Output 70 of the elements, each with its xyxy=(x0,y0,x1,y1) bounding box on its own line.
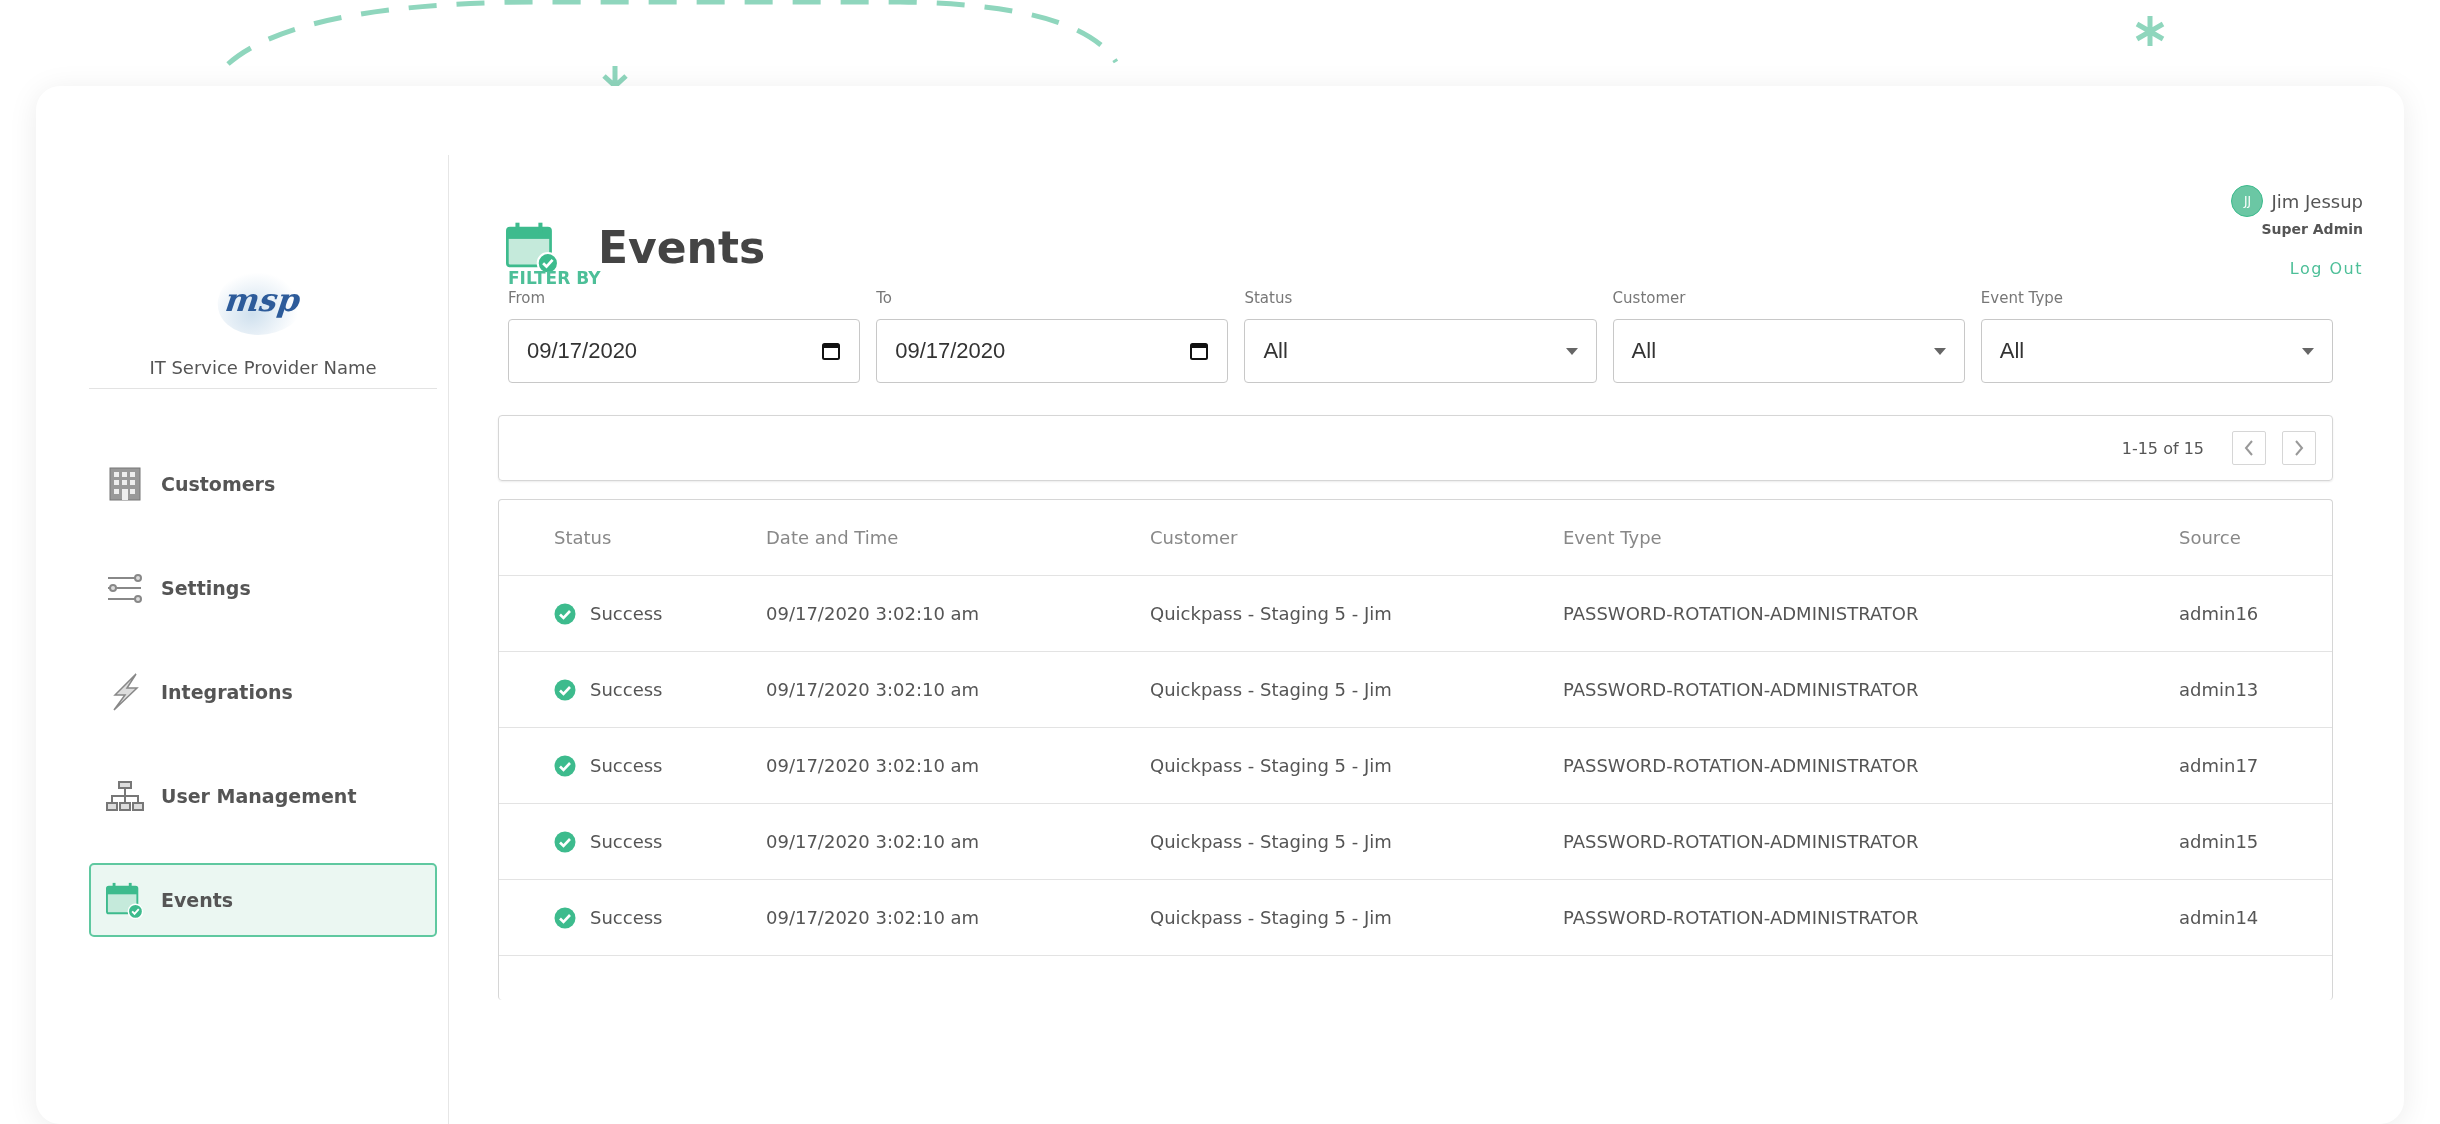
pagination-range: 1-15 of 15 xyxy=(2121,438,2204,458)
table-cell-text: admin16 xyxy=(2179,603,2260,624)
column-header: Status xyxy=(554,527,613,548)
check-circle-icon xyxy=(554,906,576,929)
chevron-left-icon xyxy=(2244,440,2254,456)
table-cell-text: 09/17/2020 3:02:10 am xyxy=(766,603,981,624)
nav-item[interactable]: User Management xyxy=(89,759,437,833)
dropdown[interactable]: All xyxy=(1980,319,2333,383)
caret-icon xyxy=(2302,347,2314,355)
table-cell-text: 09/17/2020 3:02:10 am xyxy=(766,831,981,852)
field-label: To xyxy=(876,289,893,307)
status-text: Success xyxy=(590,755,663,776)
caret-icon xyxy=(1933,347,1946,355)
check-circle-icon xyxy=(554,602,576,625)
table-cell-text: 09/17/2020 3:02:10 am xyxy=(766,907,981,928)
calendar-icon xyxy=(1189,341,1210,361)
date-field[interactable]: 09/17/2020 xyxy=(876,319,1229,383)
date-field[interactable]: 09/17/2020 xyxy=(508,319,861,383)
previous-page-button[interactable] xyxy=(2232,431,2266,465)
dropdown[interactable]: All xyxy=(1244,319,1597,383)
calendar-check-icon xyxy=(106,881,144,919)
check-circle-icon xyxy=(554,830,576,853)
table-cell-text: PASSWORD-ROTATION-ADMINISTRATOR xyxy=(1563,755,1920,776)
user-name: Jim Jessup xyxy=(2271,190,2363,212)
table-cell-text: 09/17/2020 3:02:10 am xyxy=(766,679,981,700)
status-text: Success xyxy=(590,603,663,624)
dropdown[interactable]: All xyxy=(1612,319,1965,383)
table-cell-text: PASSWORD-ROTATION-ADMINISTRATOR xyxy=(1563,679,1920,700)
table-cell-text: 09/17/2020 3:02:10 am xyxy=(766,755,981,776)
table-cell-text: PASSWORD-ROTATION-ADMINISTRATOR xyxy=(1563,907,1920,928)
field-label: Customer xyxy=(1612,289,1687,307)
table-cell-text: Quickpass - Staging 5 - Jim xyxy=(1150,755,1393,776)
hierarchy-icon xyxy=(106,781,144,811)
field-label: Status xyxy=(1244,289,1294,307)
column-header: Customer xyxy=(1150,527,1239,548)
chevron-right-icon xyxy=(2294,440,2304,456)
asterisk-icon xyxy=(2134,13,2166,49)
nav-item[interactable]: Integrations xyxy=(89,655,437,729)
field-label: Event Type xyxy=(1980,289,2064,307)
column-header: Date and Time xyxy=(766,527,900,548)
table-cell-text: Quickpass - Staging 5 - Jim xyxy=(1150,679,1393,700)
table-cell-text: admin13 xyxy=(2179,679,2260,700)
table-cell-text: PASSWORD-ROTATION-ADMINISTRATOR xyxy=(1563,831,1920,852)
column-header: Event Type xyxy=(1563,527,1663,548)
avatar: JJ xyxy=(2231,185,2264,217)
check-circle-icon xyxy=(554,678,576,701)
nav-item[interactable]: Events xyxy=(89,863,437,937)
status-text: Success xyxy=(590,907,663,928)
calendar-icon xyxy=(821,341,842,361)
status-text: Success xyxy=(590,679,663,700)
column-header: Source xyxy=(2179,527,2242,548)
field-label: From xyxy=(508,289,547,307)
nav-item[interactable]: Customers xyxy=(89,447,437,521)
user-role: Super Admin xyxy=(2261,221,2363,237)
table-cell-text: PASSWORD-ROTATION-ADMINISTRATOR xyxy=(1563,603,1920,624)
next-page-button[interactable] xyxy=(2282,431,2316,465)
table-cell-text: admin15 xyxy=(2179,831,2260,852)
nav-item[interactable]: Settings xyxy=(89,551,437,625)
table-cell-text: Quickpass - Staging 5 - Jim xyxy=(1150,907,1393,928)
table-cell-text: admin17 xyxy=(2179,755,2260,776)
table-cell-text: Quickpass - Staging 5 - Jim xyxy=(1150,603,1393,624)
caret-icon xyxy=(1565,347,1578,355)
building-icon xyxy=(107,466,143,502)
filter-heading: FILTER BY xyxy=(508,268,601,288)
status-text: Success xyxy=(590,831,663,852)
table-cell-text: Quickpass - Staging 5 - Jim xyxy=(1150,831,1393,852)
sliders-icon xyxy=(107,573,143,603)
table-cell-text: admin14 xyxy=(2179,907,2260,928)
check-circle-icon xyxy=(554,754,576,777)
provider-name: IT Service Provider Name xyxy=(149,357,377,378)
